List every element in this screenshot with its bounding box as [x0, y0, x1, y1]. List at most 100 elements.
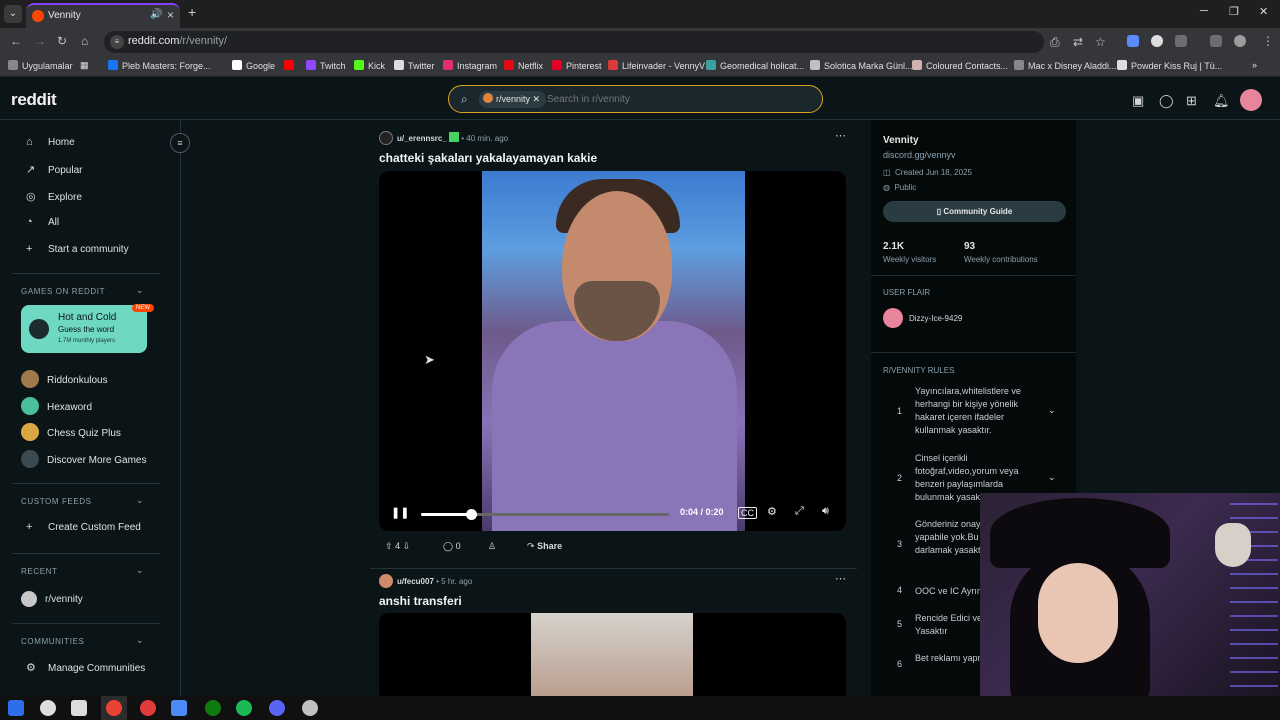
nav-all[interactable]: ◔ All — [26, 216, 59, 228]
extensions-puzzle-icon[interactable] — [1175, 35, 1187, 47]
nav-popular[interactable]: ↗ Popular — [26, 163, 82, 176]
omnibox[interactable]: ≡ reddit.com/r/vennity/ ⎙ ⇄ ☆ — [104, 31, 1106, 53]
upvote-icon[interactable]: ⇧ — [385, 541, 393, 551]
youtube-icon[interactable] — [284, 60, 298, 71]
search-community-chip[interactable]: r/vennity ✕ — [479, 91, 547, 108]
spotify-icon[interactable] — [236, 700, 252, 716]
start-button-icon[interactable] — [8, 700, 24, 716]
captions-icon[interactable]: CC — [738, 507, 757, 519]
pause-icon[interactable]: ❚❚ — [391, 506, 409, 519]
game-riddonkulous[interactable]: Riddonkulous — [21, 370, 108, 388]
bookmark-item[interactable]: Solotica Marka Günl... — [810, 60, 913, 71]
chat-icon[interactable]: ◯ — [1159, 93, 1174, 109]
nav-start-community[interactable]: + Start a community — [26, 243, 129, 255]
recent-header[interactable]: RECENT — [21, 567, 58, 576]
create-post-icon[interactable]: ⊞ — [1186, 93, 1197, 109]
video-player[interactable]: ❚❚ 0:04 / 0:20 CC ⚙ ⤢ 🔊︎ — [379, 171, 846, 531]
back-icon[interactable]: ← — [10, 34, 22, 48]
bookmark-item[interactable]: Coloured Contacts... — [912, 60, 1008, 71]
post-card[interactable]: u/fecu007 • 5 hr. ago ⋯ anshi transferi — [370, 568, 857, 696]
chevron-down-icon[interactable]: ⌄ — [136, 495, 144, 506]
post-more-options-icon[interactable]: ⋯ — [835, 572, 846, 585]
bookmark-item[interactable]: Lifeinvader - VennyV — [608, 60, 705, 71]
translate-icon[interactable]: ⇄ — [1073, 35, 1083, 49]
bookmark-item[interactable]: Twitter — [394, 60, 435, 71]
reddit-logo[interactable]: reddit — [11, 90, 57, 110]
author-avatar[interactable] — [379, 574, 393, 588]
profile-icon[interactable] — [1234, 35, 1246, 47]
communities-header[interactable]: COMMUNITIES — [21, 637, 85, 646]
bookmark-item[interactable]: Kick — [354, 60, 385, 71]
home-icon[interactable]: ⌂ — [81, 34, 88, 48]
recent-community[interactable]: r/vennity — [21, 591, 83, 607]
bookmark-item[interactable]: Google — [232, 60, 275, 71]
reload-icon[interactable]: ↻ — [57, 34, 67, 48]
hot-and-cold-card[interactable]: Hot and Cold Guess the word 1.7M monthly… — [21, 305, 147, 353]
search-bar[interactable]: ⌕ r/vennity ✕ — [448, 85, 823, 113]
create-custom-feed[interactable]: + Create Custom Feed — [26, 521, 141, 533]
chevron-down-icon[interactable]: ⌄ — [136, 285, 144, 296]
speaker-icon[interactable]: 🔊 — [150, 9, 162, 20]
task-view-icon[interactable] — [71, 700, 87, 716]
calculator-icon[interactable] — [171, 700, 187, 716]
post-author[interactable]: u/_erennsrc_ — [397, 134, 447, 143]
bookmark-item[interactable]: Twitch — [306, 60, 346, 71]
discord-icon[interactable] — [269, 700, 285, 716]
advertise-icon[interactable]: ▣ — [1132, 93, 1144, 109]
apps-grid-icon[interactable]: ▦ — [80, 60, 89, 71]
chrome-icon[interactable] — [106, 700, 122, 716]
settings-gear-icon[interactable]: ⚙ — [767, 505, 777, 518]
minimize-button[interactable]: ─ — [1200, 5, 1208, 17]
bookmark-item[interactable]: Instagram — [443, 60, 497, 71]
search-input[interactable] — [547, 91, 807, 108]
award-icon[interactable]: ♙ — [488, 541, 496, 552]
user-avatar[interactable] — [1240, 89, 1262, 111]
bookmark-item[interactable]: Geomedical holicat... — [706, 60, 804, 71]
downvote-icon[interactable]: ⇩ — [403, 541, 411, 551]
close-window-button[interactable]: ✕ — [1259, 5, 1268, 18]
bookmark-item[interactable]: Pinterest — [552, 60, 602, 71]
bookmarks-overflow-icon[interactable]: » — [1252, 60, 1257, 70]
bookmark-item[interactable]: Uygulamalar — [8, 60, 73, 71]
bookmark-item[interactable]: Mac x Disney Aladdi... — [1014, 60, 1117, 71]
comments-button[interactable]: ◯ 0 — [443, 541, 461, 552]
manage-communities[interactable]: ⚙ Manage Communities — [26, 661, 145, 674]
extension-icon-1[interactable] — [1127, 35, 1139, 47]
user-flair[interactable]: Dizzy-Ice-9429 — [883, 308, 962, 328]
forward-icon[interactable]: → — [34, 34, 46, 48]
chevron-down-icon[interactable]: ⌄ — [1048, 405, 1056, 416]
bookmark-star-icon[interactable]: ☆ — [1095, 35, 1106, 49]
volume-icon[interactable]: 🔊︎ — [822, 505, 829, 518]
chevron-down-icon[interactable]: ⌄ — [136, 565, 144, 576]
game-hexaword[interactable]: Hexaword — [21, 397, 92, 415]
xbox-icon[interactable] — [205, 700, 221, 716]
site-info-icon[interactable]: ≡ — [110, 35, 124, 49]
bookmark-item[interactable]: Powder Kiss Ruj | Tü... — [1117, 60, 1222, 71]
fullscreen-icon[interactable]: ⤢ — [795, 505, 804, 518]
browser-menu-icon[interactable]: ⋮ — [1262, 34, 1274, 48]
post-media[interactable] — [379, 613, 846, 696]
scrubber-handle[interactable] — [465, 509, 477, 520]
video-scrubber[interactable] — [421, 509, 669, 520]
notification-bell-icon[interactable]: 🔔︎ — [1213, 93, 1230, 109]
author-avatar[interactable] — [379, 131, 393, 145]
app-icon[interactable] — [140, 700, 156, 716]
new-tab-button[interactable]: + — [188, 4, 196, 20]
rule-item[interactable]: 1 Yayıncılara,whitelistlere ve herhangi b… — [871, 385, 1076, 439]
collapse-sidebar-button[interactable]: ≡ — [170, 133, 190, 153]
nav-explore[interactable]: ◎ Explore — [26, 190, 82, 203]
install-icon[interactable]: ⎙ — [1050, 35, 1060, 50]
discover-games[interactable]: Discover More Games — [21, 450, 146, 468]
close-tab-icon[interactable]: × — [167, 8, 174, 22]
games-section-header[interactable]: GAMES ON REDDIT — [21, 287, 105, 296]
community-link[interactable]: discord.gg/vennyv — [883, 150, 956, 160]
post-title[interactable]: chatteki şakaları yakalayamayan kakie — [379, 151, 597, 165]
nav-home[interactable]: ⌂ Home — [26, 136, 75, 148]
game-chess-quiz[interactable]: Chess Quiz Plus — [21, 423, 121, 441]
tab-search-button[interactable]: ⌄ — [4, 5, 22, 23]
share-button[interactable]: ↷ Share — [527, 541, 562, 552]
obs-icon[interactable] — [302, 700, 318, 716]
chevron-down-icon[interactable]: ⌄ — [1048, 472, 1056, 483]
chevron-down-icon[interactable]: ⌄ — [136, 635, 144, 646]
bookmark-item[interactable]: Pleb Masters: Forge... — [108, 60, 211, 71]
